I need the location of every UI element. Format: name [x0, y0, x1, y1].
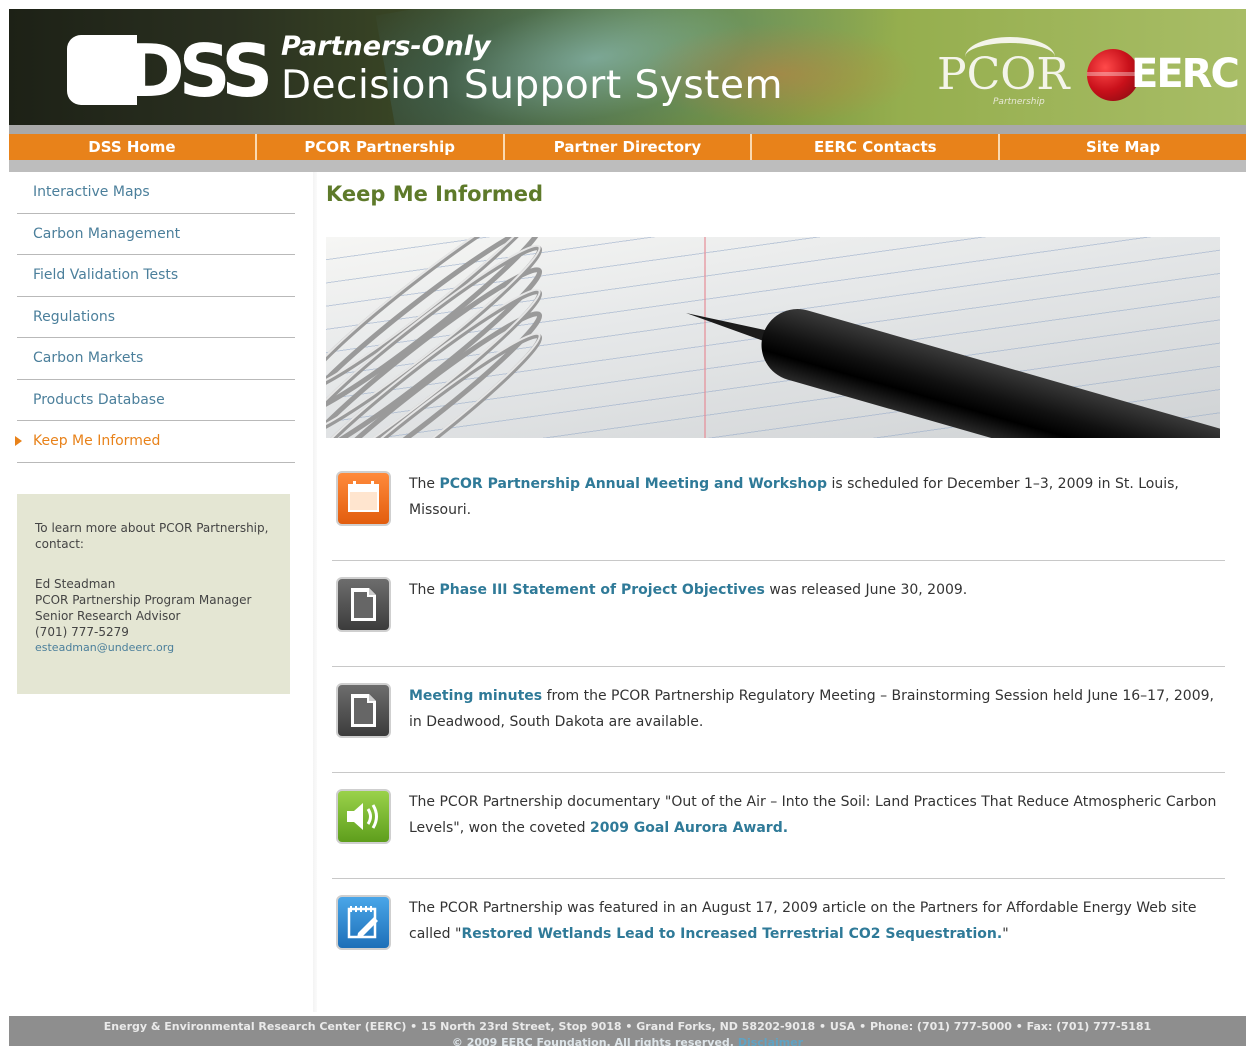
hero-image [326, 237, 1220, 438]
speaker-icon [336, 789, 391, 844]
news-text-tail: was released June 30, 2009. [764, 582, 968, 598]
contact-role-secondary: Senior Research Advisor [35, 609, 181, 623]
document-icon [336, 683, 391, 738]
news-text-tail: " [1002, 926, 1009, 942]
nav-divider [9, 160, 1246, 172]
sidebar-item-interactive-maps[interactable]: Interactive Maps [17, 172, 295, 214]
calendar-icon [336, 471, 391, 526]
pcor-logo[interactable]: PCOR Partnership [935, 35, 1069, 111]
eerc-logo-text: EERC [1131, 51, 1240, 97]
news-text-lead: The [409, 582, 440, 598]
footer-copyright-line: © 2009 EERC Foundation. All rights reser… [9, 1035, 1246, 1046]
news-text: The PCOR Partnership Annual Meeting and … [409, 471, 1219, 523]
active-arrow-icon [15, 436, 22, 446]
news-item: The PCOR Partnership was featured in an … [332, 879, 1225, 985]
sidebar: Interactive Maps Carbon Management Field… [9, 172, 309, 1012]
nav-site-map[interactable]: Site Map [1000, 134, 1246, 160]
pcor-logo-subtext: Partnership [993, 97, 1045, 107]
news-text: The PCOR Partnership documentary "Out of… [409, 789, 1219, 841]
news-item: The PCOR Partnership Annual Meeting and … [332, 455, 1225, 561]
notepad-icon [336, 895, 391, 950]
news-link[interactable]: PCOR Partnership Annual Meeting and Work… [440, 476, 828, 492]
pcor-logo-text: PCOR [937, 49, 1070, 100]
sidebar-item-products-database[interactable]: Products Database [17, 380, 295, 421]
sidebar-menu: Interactive Maps Carbon Management Field… [15, 172, 295, 463]
document-icon [336, 577, 391, 632]
sidebar-item-regulations[interactable]: Regulations [17, 297, 295, 338]
news-text-lead: The PCOR Partnership documentary "Out of… [409, 794, 1217, 836]
news-list: The PCOR Partnership Annual Meeting and … [332, 455, 1225, 985]
dss-logo-text: DSS [125, 29, 273, 113]
nav-dss-home[interactable]: DSS Home [9, 134, 257, 160]
main-nav: DSS Home PCOR Partnership Partner Direct… [9, 134, 1246, 160]
contact-email-link[interactable]: esteadman@undeerc.org [35, 640, 290, 656]
news-link[interactable]: 2009 Goal Aurora Award. [590, 820, 788, 836]
disclaimer-link[interactable]: Disclaimer [738, 1036, 803, 1046]
news-item: Meeting minutes from the PCOR Partnershi… [332, 667, 1225, 773]
sidebar-item-label: Keep Me Informed [33, 433, 161, 450]
header-divider [9, 125, 1246, 134]
content-divider [313, 172, 317, 1012]
sidebar-item-field-validation-tests[interactable]: Field Validation Tests [17, 255, 295, 297]
dss-logo[interactable]: DSS [67, 29, 273, 113]
news-link[interactable]: Restored Wetlands Lead to Increased Terr… [461, 926, 1002, 942]
nav-pcor-partnership[interactable]: PCOR Partnership [257, 134, 505, 160]
header-subtitle: Partners-Only [281, 31, 491, 62]
news-text: Meeting minutes from the PCOR Partnershi… [409, 683, 1219, 735]
header-banner: DSS Partners-Only Decision Support Syste… [9, 9, 1246, 125]
nav-partner-directory[interactable]: Partner Directory [505, 134, 753, 160]
contact-intro: To learn more about PCOR Partnership, co… [35, 521, 269, 551]
contact-box: To learn more about PCOR Partnership, co… [17, 494, 290, 694]
footer: Energy & Environmental Research Center (… [9, 1016, 1246, 1046]
eerc-logo[interactable]: EERC [1087, 49, 1240, 103]
footer-copyright: © 2009 EERC Foundation. All rights reser… [451, 1036, 734, 1046]
nav-eerc-contacts[interactable]: EERC Contacts [752, 134, 1001, 160]
news-link[interactable]: Phase III Statement of Project Objective… [440, 582, 765, 598]
contact-role: PCOR Partnership Program Manager [35, 593, 252, 607]
news-text: The Phase III Statement of Project Objec… [409, 577, 1219, 603]
news-link[interactable]: Meeting minutes [409, 688, 542, 704]
sidebar-item-carbon-management[interactable]: Carbon Management [17, 214, 295, 255]
sidebar-item-carbon-markets[interactable]: Carbon Markets [17, 338, 295, 380]
sidebar-item-keep-me-informed[interactable]: Keep Me Informed [15, 421, 295, 463]
news-item: The Phase III Statement of Project Objec… [332, 561, 1225, 667]
pen-tip [684, 307, 775, 344]
notebook-spiral-icon [326, 237, 543, 438]
contact-name: Ed Steadman [35, 577, 116, 591]
news-text: The PCOR Partnership was featured in an … [409, 895, 1219, 947]
news-item: The PCOR Partnership documentary "Out of… [332, 773, 1225, 879]
contact-phone: (701) 777-5279 [35, 625, 129, 639]
header-title: Decision Support System [281, 63, 783, 108]
page-title: Keep Me Informed [326, 182, 544, 206]
footer-address: Energy & Environmental Research Center (… [103, 1020, 1152, 1033]
news-text-lead: The [409, 476, 440, 492]
